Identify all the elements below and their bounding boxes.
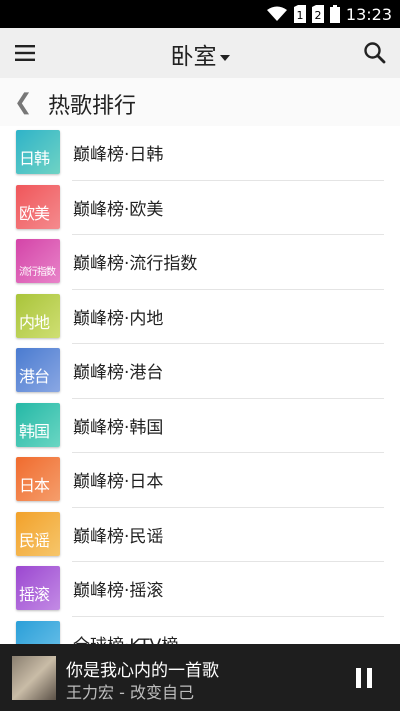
list-item[interactable]: 内地 巅峰榜·内地	[0, 290, 400, 344]
list-item[interactable]: 韩国 巅峰榜·韩国	[0, 399, 400, 453]
list-item[interactable]: 流行指数 巅峰榜·流行指数	[0, 235, 400, 290]
search-icon[interactable]	[362, 40, 388, 66]
chart-name: 巅峰榜·韩国	[73, 417, 164, 438]
chart-thumbnail: 日韩	[16, 130, 60, 174]
room-title: 卧室	[170, 44, 217, 70]
artist-album: 王力宏 - 改变自己	[66, 683, 194, 702]
list-item[interactable]: 摇滚 巅峰榜·摇滚	[0, 562, 400, 617]
chart-name: 巅峰榜·欧美	[73, 199, 164, 220]
app-bar: 卧室	[0, 28, 400, 79]
chevron-down-icon	[219, 54, 230, 61]
section-title: 热歌排行	[48, 94, 137, 119]
chart-name: 巅峰榜·日韩	[73, 145, 164, 165]
chart-thumbnail: 内地	[16, 293, 60, 338]
back-icon[interactable]: ❮	[14, 90, 32, 115]
thumbnail-label: 内地	[19, 312, 50, 332]
chart-thumbnail: 流行指数	[16, 239, 60, 283]
list-item[interactable]: 民谣 巅峰榜·民谣	[0, 508, 400, 562]
svg-text:1: 1	[296, 9, 303, 22]
song-title: 你是我心内的一首歌	[66, 661, 219, 681]
thumbnail-label: 流行指数	[19, 267, 56, 278]
wifi-icon	[266, 6, 287, 21]
mini-player[interactable]: 你是我心内的一首歌 王力宏 - 改变自己	[0, 644, 400, 711]
chart-name: 巅峰榜·港台	[73, 363, 164, 383]
thumbnail-label: 韩国	[19, 421, 50, 441]
thumbnail-label: 欧美	[19, 203, 50, 223]
thumbnail-label: 民谣	[19, 530, 50, 550]
chart-name: 巅峰榜·流行指数	[73, 254, 198, 274]
list-item[interactable]: 欧美 巅峰榜·欧美	[0, 181, 400, 235]
status-bar: 1 2 13:23	[0, 0, 400, 28]
thumbnail-label: 日韩	[19, 149, 50, 168]
chart-thumbnail: 摇滚	[16, 566, 60, 610]
list-item[interactable]: 日韩 巅峰榜·日韩	[0, 126, 400, 181]
chart-thumbnail: 港台	[16, 348, 60, 392]
sim-2-icon: 2	[311, 5, 324, 23]
chart-list: 日韩 巅峰榜·日韩 欧美 巅峰榜·欧美 流行指数 巅峰榜·流行指数 内地 巅峰榜·内地 港台 巅峰…	[0, 126, 400, 671]
thumbnail-label: 日本	[19, 476, 50, 495]
chart-thumbnail: 韩国	[16, 402, 60, 447]
sim-1-icon: 1	[293, 5, 306, 23]
chart-name: 巅峰榜·日本	[73, 472, 164, 492]
battery-icon	[329, 5, 340, 23]
room-selector[interactable]: 卧室	[0, 37, 400, 71]
chart-name: 巅峰榜·内地	[73, 308, 164, 329]
chart-name: 巅峰榜·摇滚	[73, 581, 164, 601]
pause-icon[interactable]	[356, 668, 372, 688]
section-header: ❮ 热歌排行	[0, 78, 400, 126]
list-item[interactable]: 港台 巅峰榜·港台	[0, 344, 400, 399]
chart-thumbnail: 民谣	[16, 511, 60, 556]
chart-name: 巅峰榜·民谣	[73, 526, 164, 547]
chart-thumbnail: 欧美	[16, 184, 60, 229]
thumbnail-label: 摇滚	[19, 585, 50, 604]
clock: 13:23	[345, 4, 392, 24]
list-item[interactable]: 日本 巅峰榜·日本	[0, 453, 400, 508]
chart-thumbnail: 日本	[16, 457, 60, 501]
svg-text:2: 2	[314, 9, 321, 22]
album-art[interactable]	[12, 656, 56, 700]
thumbnail-label: 港台	[19, 367, 50, 386]
